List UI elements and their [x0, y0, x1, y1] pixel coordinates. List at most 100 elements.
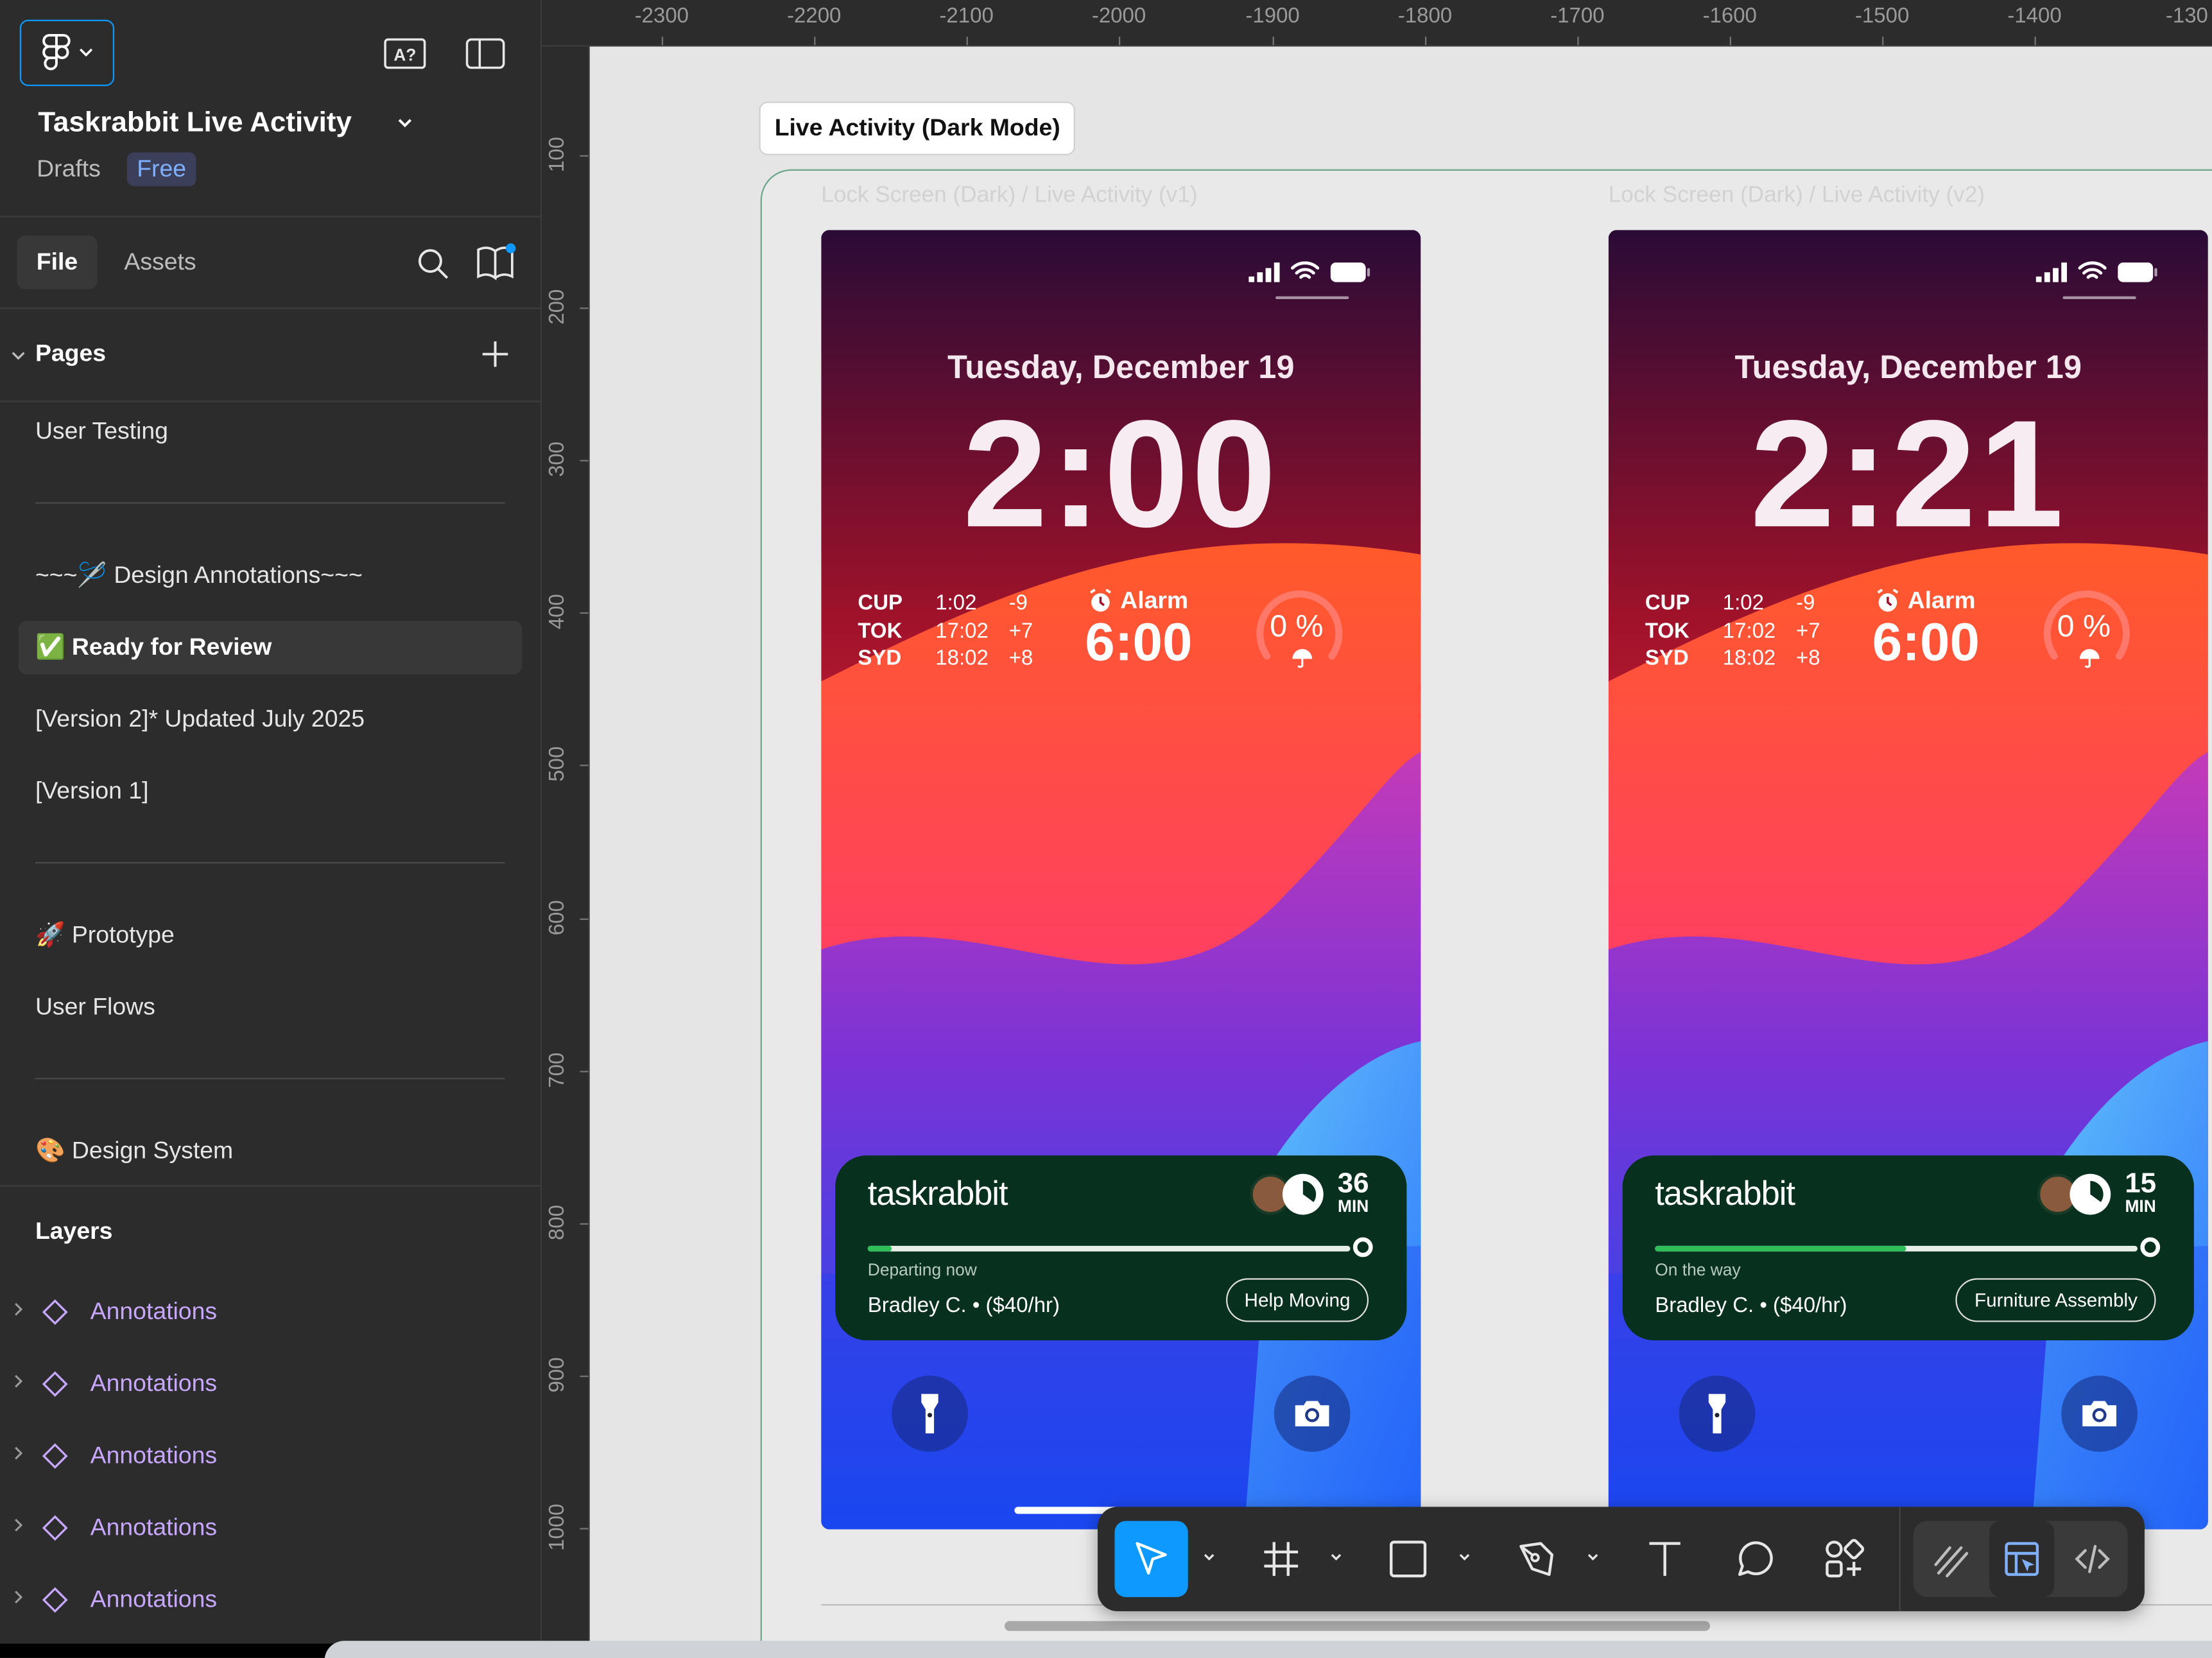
rain-percentage: 0 % — [2057, 608, 2111, 644]
page-item-user-flows[interactable]: User Flows — [35, 993, 155, 1021]
main-menu-button[interactable] — [19, 19, 115, 87]
ruler-tick — [1272, 37, 1274, 46]
layer-name: Annotations — [90, 1370, 218, 1397]
page-item-design-system[interactable]: 🎨 Design System — [35, 1137, 233, 1166]
dev-mode-button[interactable] — [2060, 1521, 2125, 1597]
chevron-down-icon[interactable] — [1327, 1549, 1344, 1566]
page-item-design-annotations[interactable]: ~~~🪡 Design Annotations~~~ — [35, 562, 363, 590]
ai-actions-button[interactable]: A? — [383, 34, 428, 74]
chevron-down-icon[interactable] — [10, 347, 26, 364]
design-mode-button[interactable] — [1989, 1521, 2055, 1598]
task-category-pill[interactable]: Furniture Assembly — [1956, 1278, 2156, 1322]
ruler-label: -2300 — [634, 4, 689, 28]
horizontal-ruler[interactable]: -2300 -2200 -2100 -2000 -1900 -1800 -170… — [542, 0, 2212, 47]
ruler-tick — [580, 460, 589, 462]
world-clock-row: CUP 1:02 -9 — [1645, 590, 1820, 617]
book-icon — [477, 243, 516, 281]
file-title[interactable]: Taskrabbit Live Activity — [38, 107, 352, 140]
frame-label[interactable]: Lock Screen (Dark) / Live Activity (v2) — [1609, 184, 1985, 209]
world-clock-time: 18:02 — [1722, 646, 1776, 671]
flashlight-button[interactable] — [1679, 1376, 1756, 1452]
tab-assets[interactable]: Assets — [124, 248, 196, 277]
chevron-down-icon[interactable] — [1584, 1549, 1601, 1566]
ruler-tick — [580, 1528, 589, 1530]
page-item-version-2[interactable]: [Version 2]* Updated July 2025 — [35, 705, 365, 734]
layer-row[interactable]: Annotations — [0, 1287, 540, 1338]
world-clock-row: TOK 17:02 +7 — [1645, 617, 1820, 645]
horizontal-scrollbar[interactable] — [1004, 1621, 1710, 1631]
lock-screen-frame[interactable]: Tuesday, December 19 2:21 CUP 1:02 -9 TOK 17… — [1608, 230, 2208, 1530]
progress-fill — [1655, 1245, 1906, 1252]
shape-tool-button[interactable] — [1371, 1521, 1444, 1597]
progress-track — [1655, 1245, 2138, 1252]
pages-heading[interactable]: Pages — [35, 340, 106, 368]
alarm-time[interactable]: 6:00 — [1872, 614, 1980, 675]
ruler-tick — [580, 918, 589, 920]
page-item-prototype[interactable]: 🚀 Prototype — [35, 921, 175, 949]
chevron-right-icon[interactable] — [12, 1445, 26, 1462]
comment-tool-button[interactable] — [1718, 1521, 1792, 1597]
components-plus-icon — [1826, 1539, 1865, 1578]
move-tool-button[interactable] — [1114, 1521, 1188, 1598]
divider — [0, 1185, 540, 1187]
plan-badge[interactable]: Free — [126, 152, 196, 187]
world-clock-widget[interactable]: CUP 1:02 -9 TOK 17:02 +7 SYD 18:02 +8 — [858, 590, 1033, 673]
ruler-tick — [661, 37, 664, 46]
status-bar — [2035, 261, 2157, 282]
chevron-down-icon[interactable] — [395, 113, 415, 133]
layer-row[interactable]: Annotations — [0, 1431, 540, 1481]
chevron-right-icon[interactable] — [12, 1373, 26, 1390]
search-icon[interactable] — [416, 247, 450, 281]
ai-text-icon: A? — [384, 38, 426, 69]
world-clock-offset: +7 — [1008, 618, 1033, 643]
divider — [0, 307, 540, 309]
world-clock-widget[interactable]: CUP 1:02 -9 TOK 17:02 +7 SYD 18:02 +8 — [1645, 590, 1820, 673]
ruler-tick — [1119, 37, 1121, 46]
assets-tool-button[interactable] — [1808, 1521, 1881, 1597]
alarm-time[interactable]: 6:00 — [1085, 614, 1192, 675]
file-location[interactable]: Drafts — [37, 155, 101, 184]
layer-row[interactable]: Annotations — [0, 1359, 540, 1410]
trip-status: On the way — [1655, 1259, 1741, 1280]
chevron-down-icon[interactable] — [1456, 1549, 1473, 1566]
page-item-ready-for-review[interactable]: ✅ Ready for Review — [35, 634, 272, 662]
draw-mode-button[interactable] — [1919, 1521, 1983, 1597]
tab-file[interactable]: File — [17, 236, 98, 289]
frame-label[interactable]: Lock Screen (Dark) / Live Activity (v1) — [821, 184, 1197, 209]
section-label[interactable]: Live Activity (Dark Mode) — [759, 101, 1076, 155]
text-tool-button[interactable] — [1628, 1521, 1701, 1597]
flashlight-button[interactable] — [892, 1376, 968, 1452]
live-activity-card[interactable]: taskrabbit 36 MIN Departing now Bradley C… — [835, 1155, 1407, 1341]
world-clock-city: TOK — [1645, 618, 1689, 643]
live-activity-card[interactable]: taskrabbit 15 MIN On the way Bradley C. •… — [1622, 1155, 2194, 1341]
layer-row[interactable]: Annotations — [0, 1503, 540, 1553]
design-canvas[interactable]: Live Activity (Dark Mode) Lock Screen (D… — [589, 46, 2212, 1644]
task-category-pill[interactable]: Help Moving — [1225, 1278, 1369, 1322]
page-item-version-1[interactable]: [Version 1] — [35, 777, 149, 806]
page-item-user-testing[interactable]: User Testing — [35, 418, 168, 446]
camera-button[interactable] — [2061, 1376, 2138, 1452]
pen-tool-button[interactable] — [1499, 1521, 1573, 1597]
chevron-right-icon[interactable] — [12, 1589, 26, 1605]
world-clock-time: 1:02 — [935, 591, 977, 616]
chevron-right-icon[interactable] — [12, 1517, 26, 1533]
world-clock-row: TOK 17:02 +7 — [858, 617, 1033, 645]
camera-icon — [2082, 1401, 2116, 1427]
world-clock-city: CUP — [858, 591, 903, 616]
layer-name: Annotations — [90, 1585, 218, 1613]
lock-screen-frame[interactable]: Tuesday, December 19 2:00 CUP 1:02 -9 TOK 17… — [821, 230, 1421, 1530]
add-page-icon[interactable] — [480, 339, 510, 370]
library-button[interactable] — [476, 243, 518, 289]
layer-row[interactable]: Annotations — [0, 1575, 540, 1625]
page-divider — [35, 861, 505, 864]
cellular-signal-icon — [2035, 261, 2068, 282]
lock-date: Tuesday, December 19 — [947, 348, 1295, 386]
frame-tool-button[interactable] — [1245, 1521, 1318, 1597]
component-instance-icon — [42, 1299, 68, 1325]
chevron-right-icon[interactable] — [12, 1301, 26, 1318]
ruler-label: 1000 — [545, 1503, 569, 1551]
camera-button[interactable] — [1274, 1376, 1351, 1452]
vertical-ruler[interactable]: 100 200 300 400 500 600 700 800 900 1000 — [542, 46, 590, 1644]
toggle-sidebar-button[interactable] — [463, 34, 508, 74]
chevron-down-icon[interactable] — [1200, 1549, 1217, 1566]
